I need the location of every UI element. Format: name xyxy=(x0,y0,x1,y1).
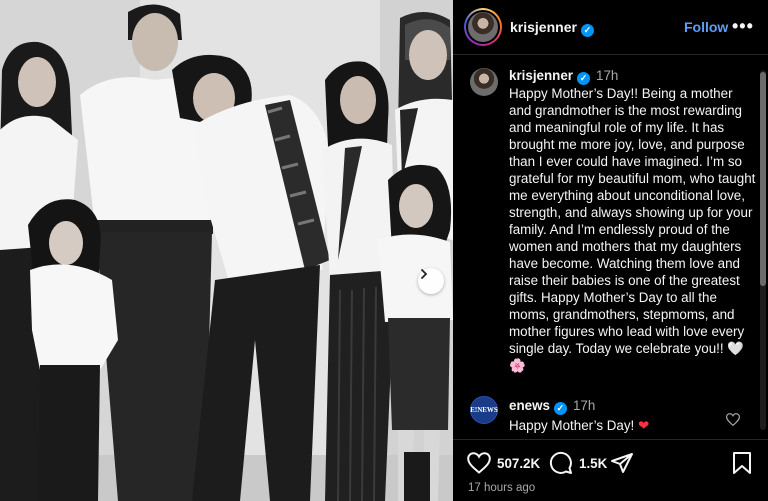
comments-scrollbar-thumb[interactable] xyxy=(760,72,766,286)
post-photo[interactable] xyxy=(0,0,453,501)
more-options-icon[interactable]: ••• xyxy=(732,16,754,37)
share-icon xyxy=(611,453,633,473)
comment-username[interactable]: enews xyxy=(509,398,550,413)
like-comment-button[interactable] xyxy=(725,413,741,431)
share-button[interactable] xyxy=(610,451,634,475)
post-side-panel: krisjenner ✓ Follow ••• krisjenner ✓ 17h Ha… xyxy=(453,0,768,501)
cherry-blossom-emoji: 🌸 xyxy=(509,358,526,373)
post-caption: krisjenner ✓ 17h Happy Mother’s Day!! Bein… xyxy=(509,67,757,374)
comment-count[interactable]: 1.5K xyxy=(579,456,607,471)
verified-badge-icon: ✓ xyxy=(577,72,591,85)
follow-button[interactable]: Follow xyxy=(684,19,728,35)
save-button[interactable] xyxy=(732,451,752,475)
caption-text: Happy Mother’s Day!! Being a mother and … xyxy=(509,85,757,374)
commenter-avatar[interactable]: E!NEWS xyxy=(470,396,498,424)
chevron-right-icon xyxy=(421,269,428,279)
comment-time: 17h xyxy=(572,398,596,413)
comment-icon xyxy=(549,451,572,474)
heart-icon xyxy=(467,452,491,474)
comment-item: enews ✓ 17h Happy Mother’s Day! ❤ xyxy=(509,397,729,434)
comments-section: krisjenner ✓ 17h Happy Mother’s Day!! Bein… xyxy=(453,56,768,439)
white-heart-emoji: 🤍 xyxy=(727,341,745,356)
comment-button[interactable]: 1.5K xyxy=(549,451,607,475)
like-count[interactable]: 507.2K xyxy=(497,456,540,471)
caption-author-avatar[interactable] xyxy=(470,68,498,96)
verified-badge-icon: ✓ xyxy=(580,24,594,37)
caption-body: Happy Mother’s Day!! Being a mother and … xyxy=(509,86,756,356)
caption-time: 17h xyxy=(596,68,619,83)
action-bar: 507.2K 1.5K 17 hours ago xyxy=(453,439,768,501)
family-photo-image xyxy=(0,0,453,501)
author-username[interactable]: krisjenner ✓ xyxy=(510,19,594,37)
bookmark-icon xyxy=(733,452,751,474)
author-username-text[interactable]: krisjenner xyxy=(510,19,577,35)
carousel-next-button[interactable] xyxy=(418,268,444,294)
caption-username[interactable]: krisjenner xyxy=(509,68,573,83)
heart-icon xyxy=(725,413,741,427)
post-header: krisjenner ✓ Follow ••• xyxy=(453,0,768,55)
red-heart-emoji: ❤ xyxy=(638,418,650,433)
author-avatar[interactable] xyxy=(464,8,502,46)
comment-text: Happy Mother’s Day! ❤ xyxy=(509,417,729,434)
verified-badge-icon: ✓ xyxy=(553,402,567,415)
commenter-avatar-label: E!NEWS xyxy=(470,406,498,414)
comment-body: Happy Mother’s Day! xyxy=(509,418,635,433)
like-button[interactable]: 507.2K xyxy=(467,452,540,474)
post-timestamp[interactable]: 17 hours ago xyxy=(468,482,535,494)
